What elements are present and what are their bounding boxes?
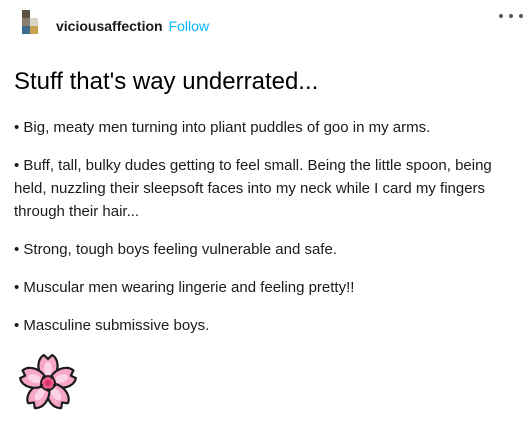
avatar-pixel bbox=[22, 26, 30, 34]
list-item: • Buff, tall, bulky dudes getting to fee… bbox=[14, 157, 492, 220]
more-options-icon[interactable] bbox=[499, 8, 523, 24]
dot bbox=[509, 14, 513, 18]
post-header: viciousaffection Follow bbox=[14, 10, 519, 42]
list-item: • Strong, tough boys feeling vulnerable … bbox=[14, 241, 337, 258]
avatar-pixel bbox=[22, 10, 30, 18]
post-body: • Big, meaty men turning into pliant pud… bbox=[14, 116, 514, 352]
cherry-blossom-icon bbox=[16, 350, 80, 414]
list-item: • Muscular men wearing lingerie and feel… bbox=[14, 279, 355, 296]
list-item: • Big, meaty men turning into pliant pud… bbox=[14, 119, 431, 136]
post-title: Stuff that's way underrated... bbox=[14, 68, 319, 95]
list-item: • Masculine submissive boys. bbox=[14, 317, 210, 334]
avatar-pixel bbox=[22, 18, 30, 26]
avatar-pixel bbox=[30, 26, 38, 34]
dot bbox=[519, 14, 523, 18]
blog-name-link[interactable]: viciousaffection bbox=[56, 18, 163, 34]
avatar-pixel bbox=[30, 18, 38, 26]
follow-button[interactable]: Follow bbox=[169, 18, 209, 34]
dot bbox=[499, 14, 503, 18]
blog-avatar[interactable] bbox=[14, 10, 46, 42]
